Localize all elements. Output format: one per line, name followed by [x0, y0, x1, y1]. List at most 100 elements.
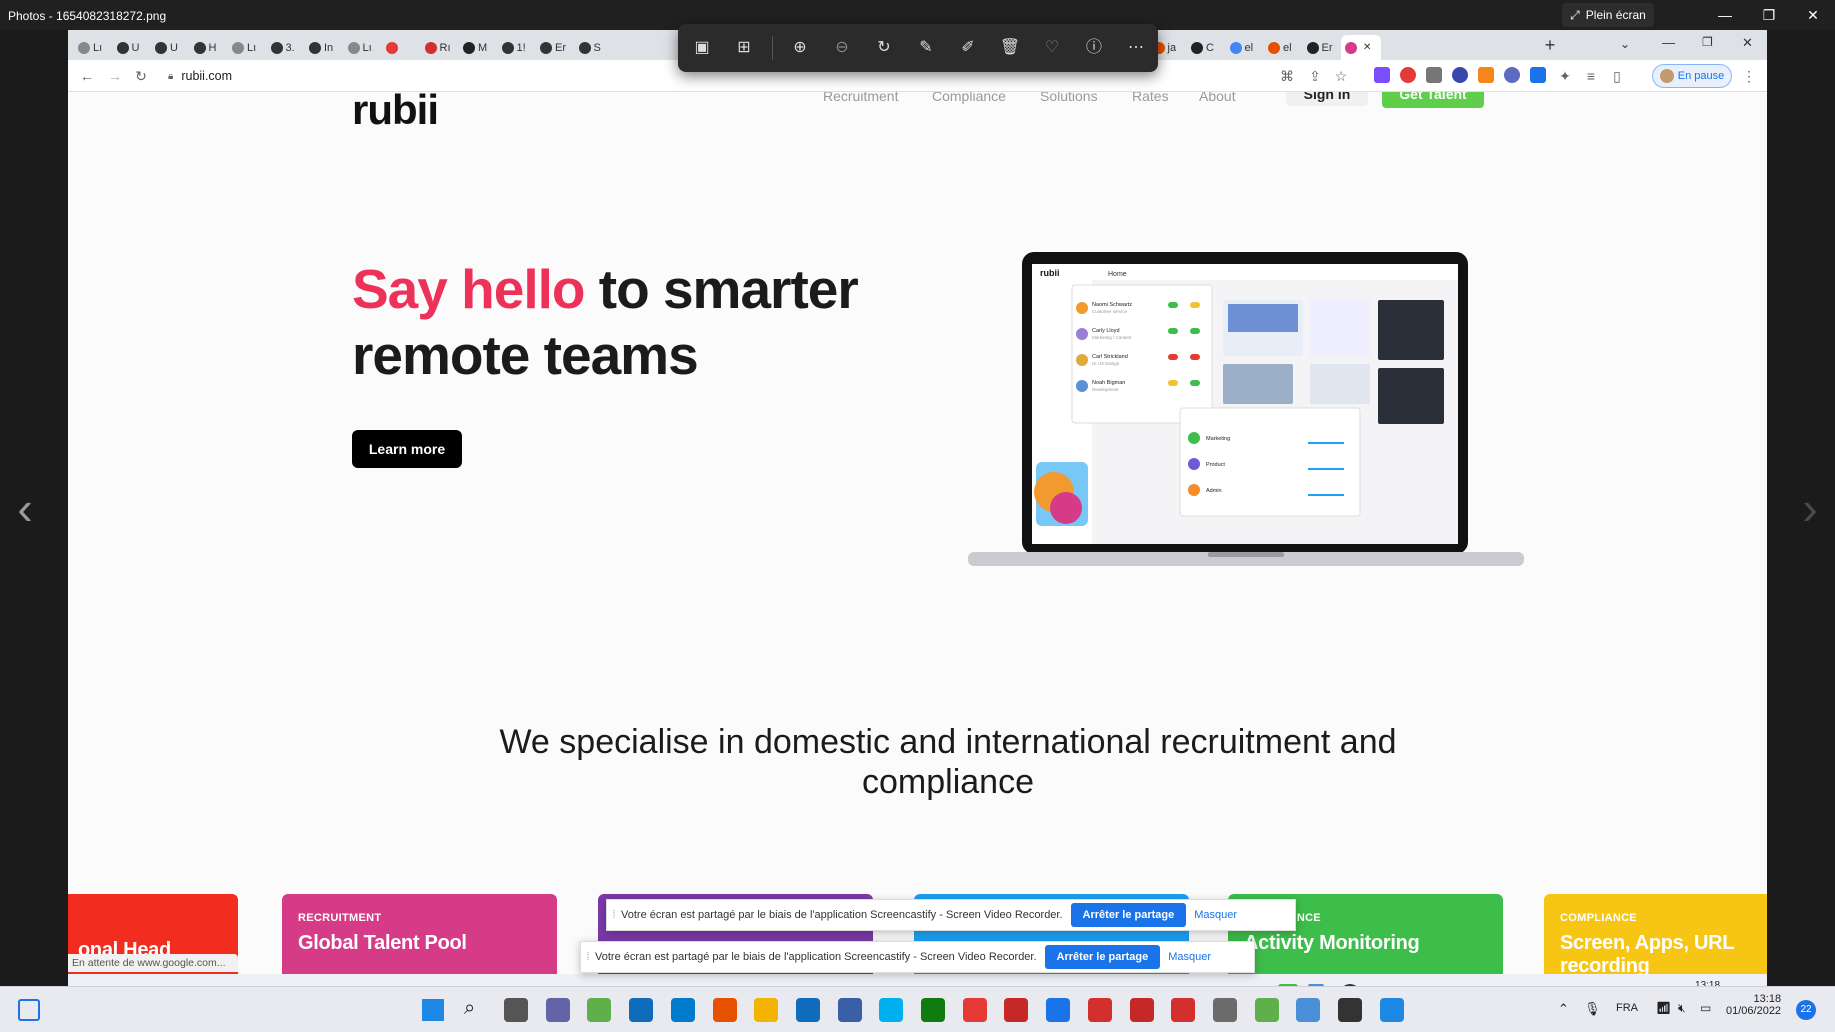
widgets-icon[interactable] — [18, 999, 40, 1021]
extension-record-icon[interactable] — [1400, 67, 1416, 83]
store-icon[interactable] — [795, 998, 820, 1022]
github-icon[interactable] — [1338, 998, 1362, 1022]
zoom-out-icon[interactable]: ⊖ — [830, 36, 854, 60]
previous-photo-button[interactable]: ‹ — [10, 485, 40, 531]
service-card[interactable]: RECRUITMENT Global Talent Pool — [282, 894, 557, 986]
extension-pen-icon[interactable] — [1374, 67, 1390, 83]
browser-menu-icon[interactable]: ⋮ — [1740, 67, 1758, 85]
service-card[interactable]: onal Head — [68, 894, 238, 986]
settings-icon[interactable] — [1212, 998, 1237, 1022]
reading-list-icon[interactable]: ≡ — [1582, 67, 1600, 85]
browser-tab[interactable]: S — [575, 35, 613, 60]
fullscreen-button[interactable]: ⤢ Plein écran — [1562, 3, 1654, 27]
search-icon[interactable]: ⌕ — [464, 997, 475, 1020]
browser-tab-active[interactable]: ✕ — [1341, 35, 1381, 60]
delete-icon[interactable]: 🗑︎ — [998, 36, 1022, 60]
get-talent-button[interactable]: Get Talent — [1382, 92, 1484, 108]
app-icon[interactable] — [587, 998, 612, 1022]
nav-solutions[interactable]: Solutions — [1040, 92, 1098, 104]
microphone-icon[interactable]: 🎙︎ — [1584, 1001, 1601, 1017]
browser-tab[interactable]: U — [113, 35, 151, 60]
xbox-icon[interactable] — [921, 998, 945, 1022]
bookmark-star-icon[interactable]: ☆ — [1332, 67, 1350, 85]
stop-sharing-button[interactable]: Arrêter le partage — [1044, 945, 1161, 969]
nav-recruitment[interactable]: Recruitment — [823, 92, 898, 104]
teams-icon[interactable] — [545, 998, 570, 1022]
back-button[interactable]: ← — [78, 67, 96, 85]
terminal-icon[interactable] — [1004, 998, 1029, 1022]
restore-button[interactable]: ❐ — [1747, 0, 1791, 30]
browser-tab[interactable]: el — [1226, 35, 1264, 60]
browser-tab[interactable]: Lı — [74, 35, 112, 60]
drag-grip-icon[interactable]: ⁞ — [581, 951, 595, 963]
volume-muted-icon[interactable]: 🔇︎ — [1678, 1001, 1686, 1016]
service-card[interactable]: COMPLIANCE Screen, Apps, URL recording — [1544, 894, 1767, 986]
browser-tab[interactable]: Rı — [421, 35, 459, 60]
browser-tab[interactable]: H — [190, 35, 228, 60]
more-options-icon[interactable]: ⋯ — [1124, 36, 1148, 60]
share-icon[interactable]: ⇪ — [1306, 67, 1324, 85]
browser-tab[interactable]: In — [305, 35, 343, 60]
network-icon[interactable] — [837, 998, 862, 1022]
browser-tab[interactable]: Er — [1303, 35, 1341, 60]
browser-minimize-button[interactable]: — — [1662, 35, 1675, 50]
nav-about[interactable]: About — [1199, 92, 1236, 104]
browser-tab[interactable]: M — [459, 35, 497, 60]
app-icon[interactable] — [1129, 998, 1154, 1022]
chrome-icon[interactable] — [962, 998, 987, 1022]
app-icon[interactable] — [1254, 998, 1279, 1022]
learn-more-button[interactable]: Learn more — [352, 430, 462, 468]
task-view-icon[interactable] — [504, 998, 528, 1022]
forward-button[interactable]: → — [106, 67, 124, 85]
browser-tab[interactable]: Lı — [344, 35, 382, 60]
extensions-puzzle-icon[interactable]: ✦ — [1556, 67, 1574, 85]
compare-icon[interactable]: ⊞ — [732, 36, 756, 60]
browser-tab[interactable]: 1! — [498, 35, 536, 60]
app-icon[interactable] — [1046, 998, 1071, 1022]
outlook-icon[interactable] — [629, 998, 654, 1022]
sign-in-button[interactable]: Sign in — [1286, 92, 1368, 106]
hide-banner-link[interactable]: Masquer — [1194, 909, 1237, 921]
reload-button[interactable]: ↻ — [132, 67, 150, 85]
photos-icon[interactable] — [1379, 998, 1404, 1022]
extension-circle-icon[interactable] — [1452, 67, 1468, 83]
clock[interactable]: 13:18 01/06/2022 — [1726, 993, 1781, 1017]
vscode-icon[interactable] — [670, 998, 695, 1022]
drag-grip-icon[interactable]: ⁞ — [607, 909, 621, 921]
draw-icon[interactable]: ✐ — [956, 36, 980, 60]
browser-tab[interactable]: el — [1264, 35, 1302, 60]
rotate-icon[interactable]: ↻ — [872, 36, 896, 60]
browser-tab[interactable]: Lı — [228, 35, 266, 60]
image-view-icon[interactable]: ▣ — [690, 36, 714, 60]
browser-close-button[interactable]: ✕ — [1742, 35, 1753, 51]
translate-icon[interactable]: ⌘ — [1278, 67, 1296, 85]
stop-sharing-button[interactable]: Arrêter le partage — [1070, 903, 1187, 927]
profile-button[interactable]: En pause — [1652, 64, 1732, 88]
start-button-icon[interactable] — [422, 999, 444, 1021]
extension-gear-icon[interactable] — [1504, 67, 1520, 83]
extension-fox-icon[interactable] — [1478, 67, 1494, 83]
new-tab-button[interactable]: + — [1540, 36, 1560, 56]
browser-restore-button[interactable]: ❐ — [1702, 35, 1713, 49]
language-indicator[interactable]: FRA — [1616, 1002, 1638, 1014]
tab-close-icon[interactable]: ✕ — [1363, 42, 1371, 53]
zoom-in-icon[interactable]: ⊕ — [788, 36, 812, 60]
file-explorer-icon[interactable] — [754, 998, 779, 1022]
site-logo[interactable]: rubii — [352, 92, 439, 134]
browser-tab[interactable]: U — [151, 35, 189, 60]
favorite-heart-icon[interactable]: ♡ — [1040, 36, 1064, 60]
acrobat-icon[interactable] — [1171, 998, 1196, 1022]
extension-square-icon[interactable] — [1530, 67, 1546, 83]
notepad-icon[interactable] — [1296, 998, 1321, 1022]
browser-tab[interactable]: C — [1187, 35, 1225, 60]
info-icon[interactable]: ⓘ — [1082, 36, 1106, 60]
close-button[interactable]: ✕ — [1791, 0, 1835, 30]
next-photo-button[interactable]: › — [1795, 485, 1825, 531]
battery-icon[interactable]: ▭ — [1700, 1001, 1711, 1015]
hide-banner-link[interactable]: Masquer — [1168, 951, 1211, 963]
tab-search-icon[interactable]: ⌄ — [1620, 37, 1630, 51]
browser-tab[interactable]: 3. — [267, 35, 305, 60]
minimize-button[interactable]: — — [1703, 0, 1747, 30]
sublime-icon[interactable] — [712, 998, 737, 1022]
browser-tab[interactable] — [382, 35, 420, 60]
